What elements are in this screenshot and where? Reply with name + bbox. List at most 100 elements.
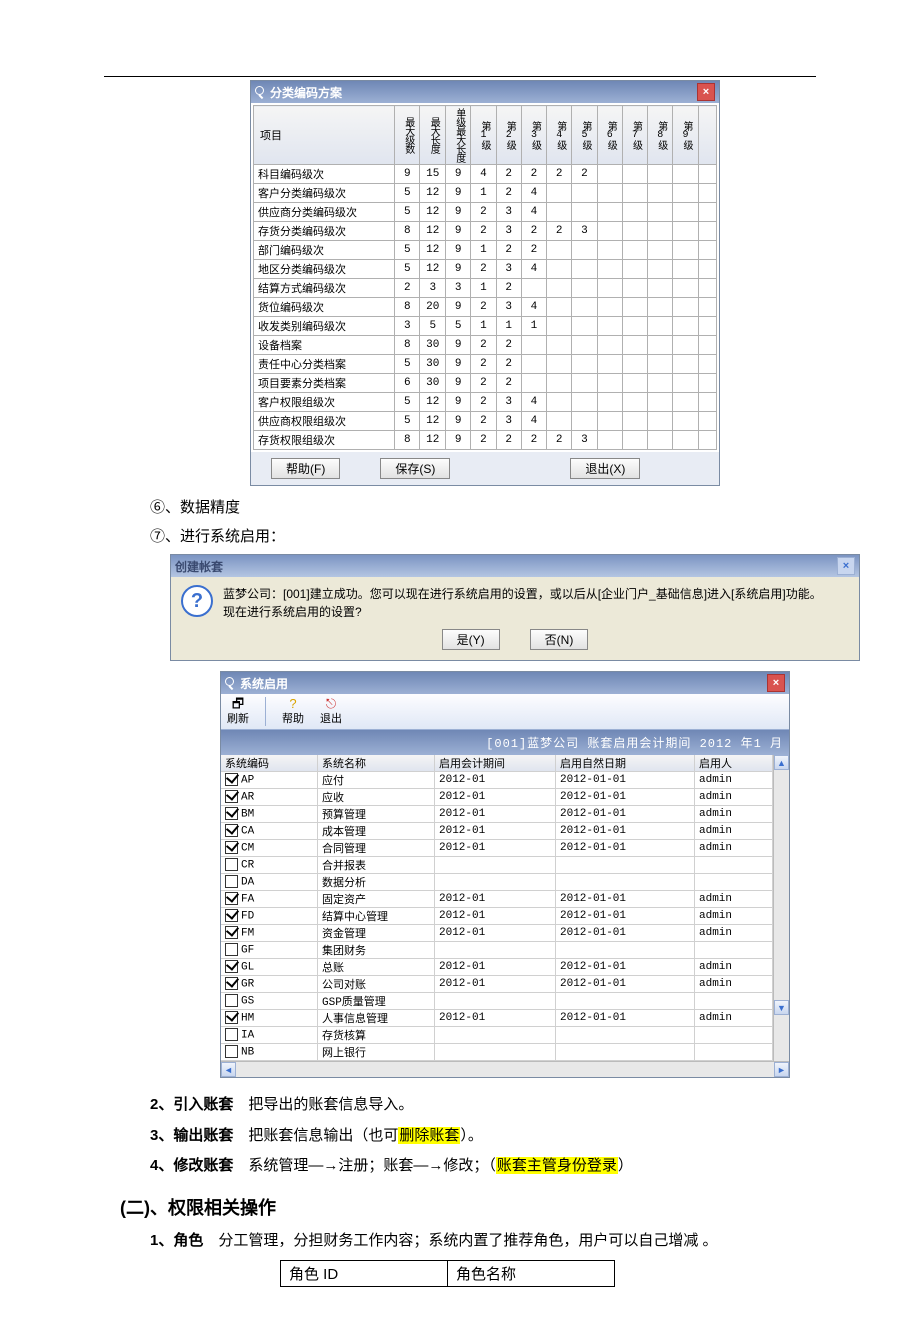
note-2: 2、引入账套 把导出的账套信息导入。 — [150, 1094, 870, 1117]
checkbox[interactable] — [225, 909, 238, 922]
table-row: FA固定资产2012-012012-01-01admin — [221, 891, 773, 908]
close-icon[interactable]: × — [697, 83, 715, 101]
table-row: 客户权限组级次5129234 — [254, 393, 717, 412]
window-title: 分类编码方案 — [270, 84, 342, 101]
refresh-button[interactable]: 🗗刷新 — [227, 697, 249, 726]
note-4: 4、修改账套 系统管理—→注册；账套—→修改；（账套主管身份登录） — [150, 1155, 870, 1178]
col-project: 项目 — [254, 106, 395, 165]
table-row: NB网上银行 — [221, 1044, 773, 1061]
table-row: CA成本管理2012-012012-01-01admin — [221, 823, 773, 840]
col-role-id: 角色 ID — [281, 1261, 448, 1287]
dialog-message: 蓝梦公司：[001]建立成功。您可以现在进行系统启用的设置，或以后从[企业门户_… — [223, 585, 822, 621]
exit-icon: ⎋ — [326, 697, 336, 710]
scroll-left-icon[interactable]: ◄ — [221, 1062, 236, 1077]
help-button[interactable]: 帮助(F) — [271, 458, 340, 479]
table-row: 责任中心分类档案530922 — [254, 355, 717, 374]
search-icon — [255, 86, 267, 98]
checkbox[interactable] — [225, 841, 238, 854]
no-button[interactable]: 否(N) — [530, 629, 589, 650]
checkbox[interactable] — [225, 892, 238, 905]
titlebar: 分类编码方案 × — [251, 81, 719, 103]
checkbox[interactable] — [225, 977, 238, 990]
table-row: CR合并报表 — [221, 857, 773, 874]
table-row: GF集团财务 — [221, 942, 773, 959]
close-icon[interactable]: × — [767, 674, 785, 692]
bullet-7: ⑦、进行系统启用： — [150, 525, 870, 546]
checkbox[interactable] — [225, 773, 238, 786]
col-single-max: 单级最大长度 — [446, 106, 471, 165]
scroll-right-icon[interactable]: ► — [774, 1062, 789, 1077]
scroll-up-icon[interactable]: ▲ — [774, 755, 789, 770]
col-period: 启用会计期间 — [435, 755, 556, 772]
table-row: 设备档案830922 — [254, 336, 717, 355]
refresh-icon: 🗗 — [232, 697, 244, 710]
toolbar: 🗗刷新 ?帮助 ⎋退出 — [221, 694, 789, 730]
table-row: AR应收2012-012012-01-01admin — [221, 789, 773, 806]
table-row: BM预算管理2012-012012-01-01admin — [221, 806, 773, 823]
coding-scheme-window: 分类编码方案 × 项目 最大级数 最大长度 单级最大长度 第1级 第2级 第3级… — [250, 80, 720, 486]
question-icon: ? — [181, 585, 213, 617]
scroll-down-icon[interactable]: ▼ — [774, 1000, 789, 1015]
coding-grid: 项目 最大级数 最大长度 单级最大长度 第1级 第2级 第3级 第4级 第5级 … — [253, 105, 717, 450]
table-row: CM合同管理2012-012012-01-01admin — [221, 840, 773, 857]
checkbox[interactable] — [225, 960, 238, 973]
checkbox[interactable] — [225, 790, 238, 803]
checkbox[interactable] — [225, 1028, 238, 1041]
subtitle: [001]蓝梦公司 账套启用会计期间 2012 年1 月 — [221, 730, 789, 755]
checkbox[interactable] — [225, 1011, 238, 1024]
table-row: IA存货核算 — [221, 1027, 773, 1044]
col-user: 启用人 — [695, 755, 773, 772]
close-icon[interactable]: × — [837, 557, 855, 575]
note-3: 3、输出账套 把账套信息输出（也可删除账套）。 — [150, 1125, 870, 1148]
system-enable-window: 系统启用 × 🗗刷新 ?帮助 ⎋退出 [001]蓝梦公司 账套启用会计期间 20… — [220, 671, 790, 1078]
table-row: 收发类别编码级次355111 — [254, 317, 717, 336]
table-row: AP应付2012-012012-01-01admin — [221, 772, 773, 789]
col-code: 系统编码 — [221, 755, 318, 772]
confirm-dialog: 创建帐套 × ? 蓝梦公司：[001]建立成功。您可以现在进行系统启用的设置，或… — [170, 554, 860, 661]
role-note: 1、角色 分工管理，分担财务工作内容；系统内置了推荐角色，用户可以自己增减 。 — [150, 1230, 870, 1253]
help-icon: ? — [289, 697, 296, 710]
table-row: FM资金管理2012-012012-01-01admin — [221, 925, 773, 942]
table-row: 供应商分类编码级次5129234 — [254, 203, 717, 222]
checkbox[interactable] — [225, 1045, 238, 1058]
table-row: FD结算中心管理2012-012012-01-01admin — [221, 908, 773, 925]
checkbox[interactable] — [225, 824, 238, 837]
checkbox[interactable] — [225, 994, 238, 1007]
checkbox[interactable] — [225, 926, 238, 939]
exit-button[interactable]: 退出(X) — [570, 458, 640, 479]
bullet-6: ⑥、数据精度 — [150, 496, 870, 517]
table-row: DA数据分析 — [221, 874, 773, 891]
scrollbar-vertical[interactable]: ▲ ▼ — [773, 755, 789, 1061]
save-button[interactable]: 保存(S) — [380, 458, 450, 479]
table-row: 存货分类编码级次812923223 — [254, 222, 717, 241]
exit-button[interactable]: ⎋退出 — [320, 697, 342, 726]
table-row: 客户分类编码级次5129124 — [254, 184, 717, 203]
table-row: 项目要素分类档案630922 — [254, 374, 717, 393]
yes-button[interactable]: 是(Y) — [442, 629, 500, 650]
system-list: 系统编码 系统名称 启用会计期间 启用自然日期 启用人 AP应付2012-012… — [221, 755, 773, 1061]
table-row: 部门编码级次5129122 — [254, 241, 717, 260]
checkbox[interactable] — [225, 807, 238, 820]
table-row: GL总账2012-012012-01-01admin — [221, 959, 773, 976]
col-name: 系统名称 — [318, 755, 435, 772]
col-natdate: 启用自然日期 — [556, 755, 695, 772]
roles-table: 角色 ID角色名称 — [280, 1260, 615, 1287]
table-row: GSGSP质量管理 — [221, 993, 773, 1010]
table-row: HM人事信息管理2012-012012-01-01admin — [221, 1010, 773, 1027]
search-icon — [225, 677, 237, 689]
col-role-name: 角色名称 — [448, 1261, 615, 1287]
scrollbar-horizontal[interactable]: ◄ ► — [221, 1061, 789, 1077]
col-max-levels: 最大级数 — [395, 106, 420, 165]
checkbox[interactable] — [225, 875, 238, 888]
table-row: 地区分类编码级次5129234 — [254, 260, 717, 279]
dialog-title: 创建帐套 — [175, 558, 223, 575]
button-row: 帮助(F) 保存(S) 退出(X) — [251, 452, 719, 485]
checkbox[interactable] — [225, 858, 238, 871]
help-button[interactable]: ?帮助 — [282, 697, 304, 726]
section-heading: (二)、权限相关操作 — [120, 1194, 870, 1220]
table-row: 结算方式编码级次23312 — [254, 279, 717, 298]
window-title: 系统启用 — [240, 675, 288, 692]
checkbox[interactable] — [225, 943, 238, 956]
table-row: GR公司对账2012-012012-01-01admin — [221, 976, 773, 993]
table-row: 供应商权限组级次5129234 — [254, 412, 717, 431]
